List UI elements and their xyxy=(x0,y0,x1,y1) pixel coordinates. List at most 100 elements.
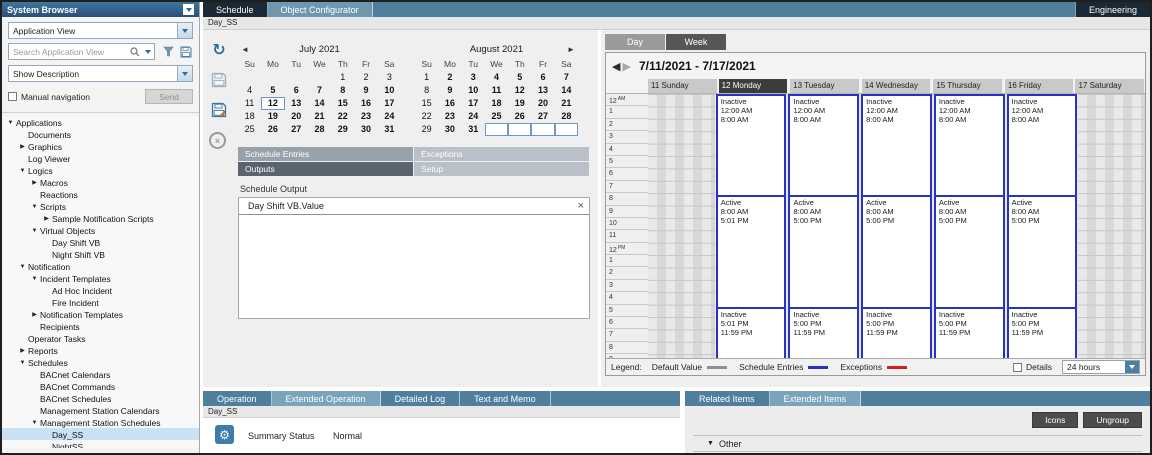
schedule-event-inactive[interactable]: Inactive12:00 AM8:00 AM xyxy=(936,96,1003,195)
calendar-day-16[interactable]: 16 xyxy=(438,97,461,110)
tree-item-ad-hoc-incident[interactable]: Ad Hoc Incident xyxy=(2,284,199,296)
day-column-11-sunday[interactable] xyxy=(648,94,715,358)
day-column-13-tuesday[interactable]: Inactive12:00 AM8:00 AMActive8:00 AM5:00… xyxy=(788,94,859,358)
calendar-day-11[interactable]: 11 xyxy=(485,84,508,97)
tree-item-bacnet-schedules[interactable]: BACnet Schedules xyxy=(2,392,199,404)
calendar-day-29[interactable]: 29 xyxy=(331,123,354,136)
tree-expand-icon[interactable]: ▶ xyxy=(17,345,28,357)
tree-collapse-icon[interactable]: ▼ xyxy=(5,117,16,129)
tree-item-logics[interactable]: ▼Logics xyxy=(2,164,199,176)
calendar-day-1[interactable]: 1 xyxy=(331,71,354,84)
tab-extended-operation[interactable]: Extended Operation xyxy=(272,391,381,406)
calendar-day-15[interactable]: 15 xyxy=(331,97,354,110)
tree-item-reports[interactable]: ▶Reports xyxy=(2,344,199,356)
schedule-event-inactive[interactable]: Inactive5:00 PM11:59 PM xyxy=(790,307,857,358)
tab-engineering[interactable]: Engineering xyxy=(1075,2,1150,17)
save-icon[interactable] xyxy=(209,70,229,90)
day-column-16-friday[interactable]: Inactive12:00 AM8:00 AMActive8:00 AM5:00… xyxy=(1007,94,1078,358)
calendar-day-11[interactable]: 11 xyxy=(238,97,261,110)
tree-item-management-station-schedules[interactable]: ▼Management Station Schedules xyxy=(2,416,199,428)
calendar-day-4[interactable]: 4 xyxy=(485,71,508,84)
calendar-day-19[interactable]: 19 xyxy=(508,97,531,110)
calendar-day-25[interactable]: 25 xyxy=(238,123,261,136)
day-column-14-wednesday[interactable]: Inactive12:00 AM8:00 AMActive8:00 AM5:00… xyxy=(861,94,932,358)
schedule-event-inactive[interactable]: Inactive12:00 AM8:00 AM xyxy=(1009,96,1076,195)
tree-item-macros[interactable]: ▶Macros xyxy=(2,176,199,188)
calendar-day-28[interactable]: 28 xyxy=(555,110,578,123)
day-header-15-thursday[interactable]: 15 Thursday xyxy=(933,79,1003,93)
calendar-day-5[interactable]: 5 xyxy=(508,71,531,84)
tree-expand-icon[interactable]: ▶ xyxy=(41,213,52,225)
tree-item-fire-incident[interactable]: Fire Incident xyxy=(2,296,199,308)
calendar-day-8[interactable]: 8 xyxy=(415,84,438,97)
calendar-day-15[interactable]: 15 xyxy=(415,97,438,110)
tree-collapse-icon[interactable]: ▼ xyxy=(29,273,40,285)
calendar-day-9[interactable]: 9 xyxy=(354,84,377,97)
filter-icon[interactable] xyxy=(161,46,176,57)
manual-navigation-checkbox[interactable] xyxy=(8,92,17,101)
calendar-day-26[interactable]: 26 xyxy=(508,110,531,123)
calendar-day-23[interactable]: 23 xyxy=(354,110,377,123)
calendar-day-3[interactable]: 3 xyxy=(378,71,401,84)
schedule-event-active[interactable]: Active8:00 AM5:00 PM xyxy=(863,195,930,307)
calendar-day-2[interactable]: 2 xyxy=(354,71,377,84)
tree-item-night-shift-vb[interactable]: Night Shift VB xyxy=(2,248,199,260)
tree-item-bacnet-commands[interactable]: BACnet Commands xyxy=(2,380,199,392)
tab-extended-items[interactable]: Extended Items xyxy=(770,391,862,406)
calendar-day-24[interactable]: 24 xyxy=(462,110,485,123)
save-view-icon[interactable] xyxy=(178,46,193,58)
tab-setup[interactable]: Setup xyxy=(414,162,589,176)
calendar-day-8[interactable]: 8 xyxy=(331,84,354,97)
tree-collapse-icon[interactable]: ▼ xyxy=(17,165,28,177)
tree-item-management-station-calendars[interactable]: Management Station Calendars xyxy=(2,404,199,416)
calendar-day-17[interactable]: 17 xyxy=(462,97,485,110)
schedule-event-inactive[interactable]: Inactive12:00 AM8:00 AM xyxy=(863,96,930,195)
calendar-day-31[interactable]: 31 xyxy=(462,123,485,136)
tab-schedule[interactable]: Schedule xyxy=(203,2,268,17)
calendar-day-6[interactable]: 6 xyxy=(285,84,308,97)
tab-operation[interactable]: Operation xyxy=(203,391,272,406)
calendar-day-10[interactable]: 10 xyxy=(378,84,401,97)
other-collapse-icon[interactable]: ▼ xyxy=(707,440,714,447)
tree-collapse-icon[interactable]: ▼ xyxy=(29,225,40,237)
tree-item-incident-templates[interactable]: ▼Incident Templates xyxy=(2,272,199,284)
day-header-12-monday[interactable]: 12 Monday xyxy=(719,79,789,93)
tree-item-log-viewer[interactable]: Log Viewer xyxy=(2,152,199,164)
time-range-dropdown[interactable]: 24 hours xyxy=(1062,360,1140,374)
cancel-icon[interactable]: × xyxy=(209,132,226,149)
tree-item-notification[interactable]: ▼Notification xyxy=(2,260,199,272)
view-selector-dropdown-button[interactable] xyxy=(177,23,192,38)
calendar-day-12[interactable]: 12 xyxy=(261,97,284,110)
tree-item-day-shift-vb[interactable]: Day Shift VB xyxy=(2,236,199,248)
search-input[interactable] xyxy=(9,47,128,57)
search-options-dropdown-icon[interactable] xyxy=(141,50,154,54)
description-selector[interactable]: Show Description xyxy=(8,65,193,82)
calendar-day-10[interactable]: 10 xyxy=(462,84,485,97)
schedule-event-inactive[interactable]: Inactive12:00 AM8:00 AM xyxy=(790,96,857,195)
calendar-day-18[interactable]: 18 xyxy=(238,110,261,123)
tab-object-configurator[interactable]: Object Configurator xyxy=(268,2,373,17)
tab-related-items[interactable]: Related Items xyxy=(685,391,770,406)
tree-item-operator-tasks[interactable]: Operator Tasks xyxy=(2,332,199,344)
calendar-day-30[interactable]: 30 xyxy=(438,123,461,136)
calendar-day-20[interactable]: 20 xyxy=(531,97,554,110)
day-header-14-wednesday[interactable]: 14 Wednesday xyxy=(862,79,932,93)
output-item[interactable]: Day Shift VB.Value× xyxy=(239,198,589,215)
calendar-day-29[interactable]: 29 xyxy=(415,123,438,136)
calendar-day-7[interactable]: 7 xyxy=(308,84,331,97)
calendar-day-3[interactable]: 3 xyxy=(462,71,485,84)
calendar-day-22[interactable]: 22 xyxy=(331,110,354,123)
calendar-day-27[interactable]: 27 xyxy=(531,110,554,123)
calendar-day-17[interactable]: 17 xyxy=(378,97,401,110)
next-week-icon[interactable]: ▶ xyxy=(622,60,630,73)
calendar-day-5[interactable]: 5 xyxy=(261,84,284,97)
next-month-icon[interactable]: ► xyxy=(564,45,578,54)
calendar-day-27[interactable]: 27 xyxy=(285,123,308,136)
send-button[interactable]: Send xyxy=(145,89,193,104)
calendar-day-30[interactable]: 30 xyxy=(354,123,377,136)
schedule-event-inactive[interactable]: Inactive5:01 PM11:59 PM xyxy=(718,307,785,358)
search-icon[interactable] xyxy=(128,47,141,57)
tree-collapse-icon[interactable]: ▼ xyxy=(29,201,40,213)
tree-item-virtual-objects[interactable]: ▼Virtual Objects xyxy=(2,224,199,236)
tree-expand-icon[interactable]: ▶ xyxy=(29,309,40,321)
